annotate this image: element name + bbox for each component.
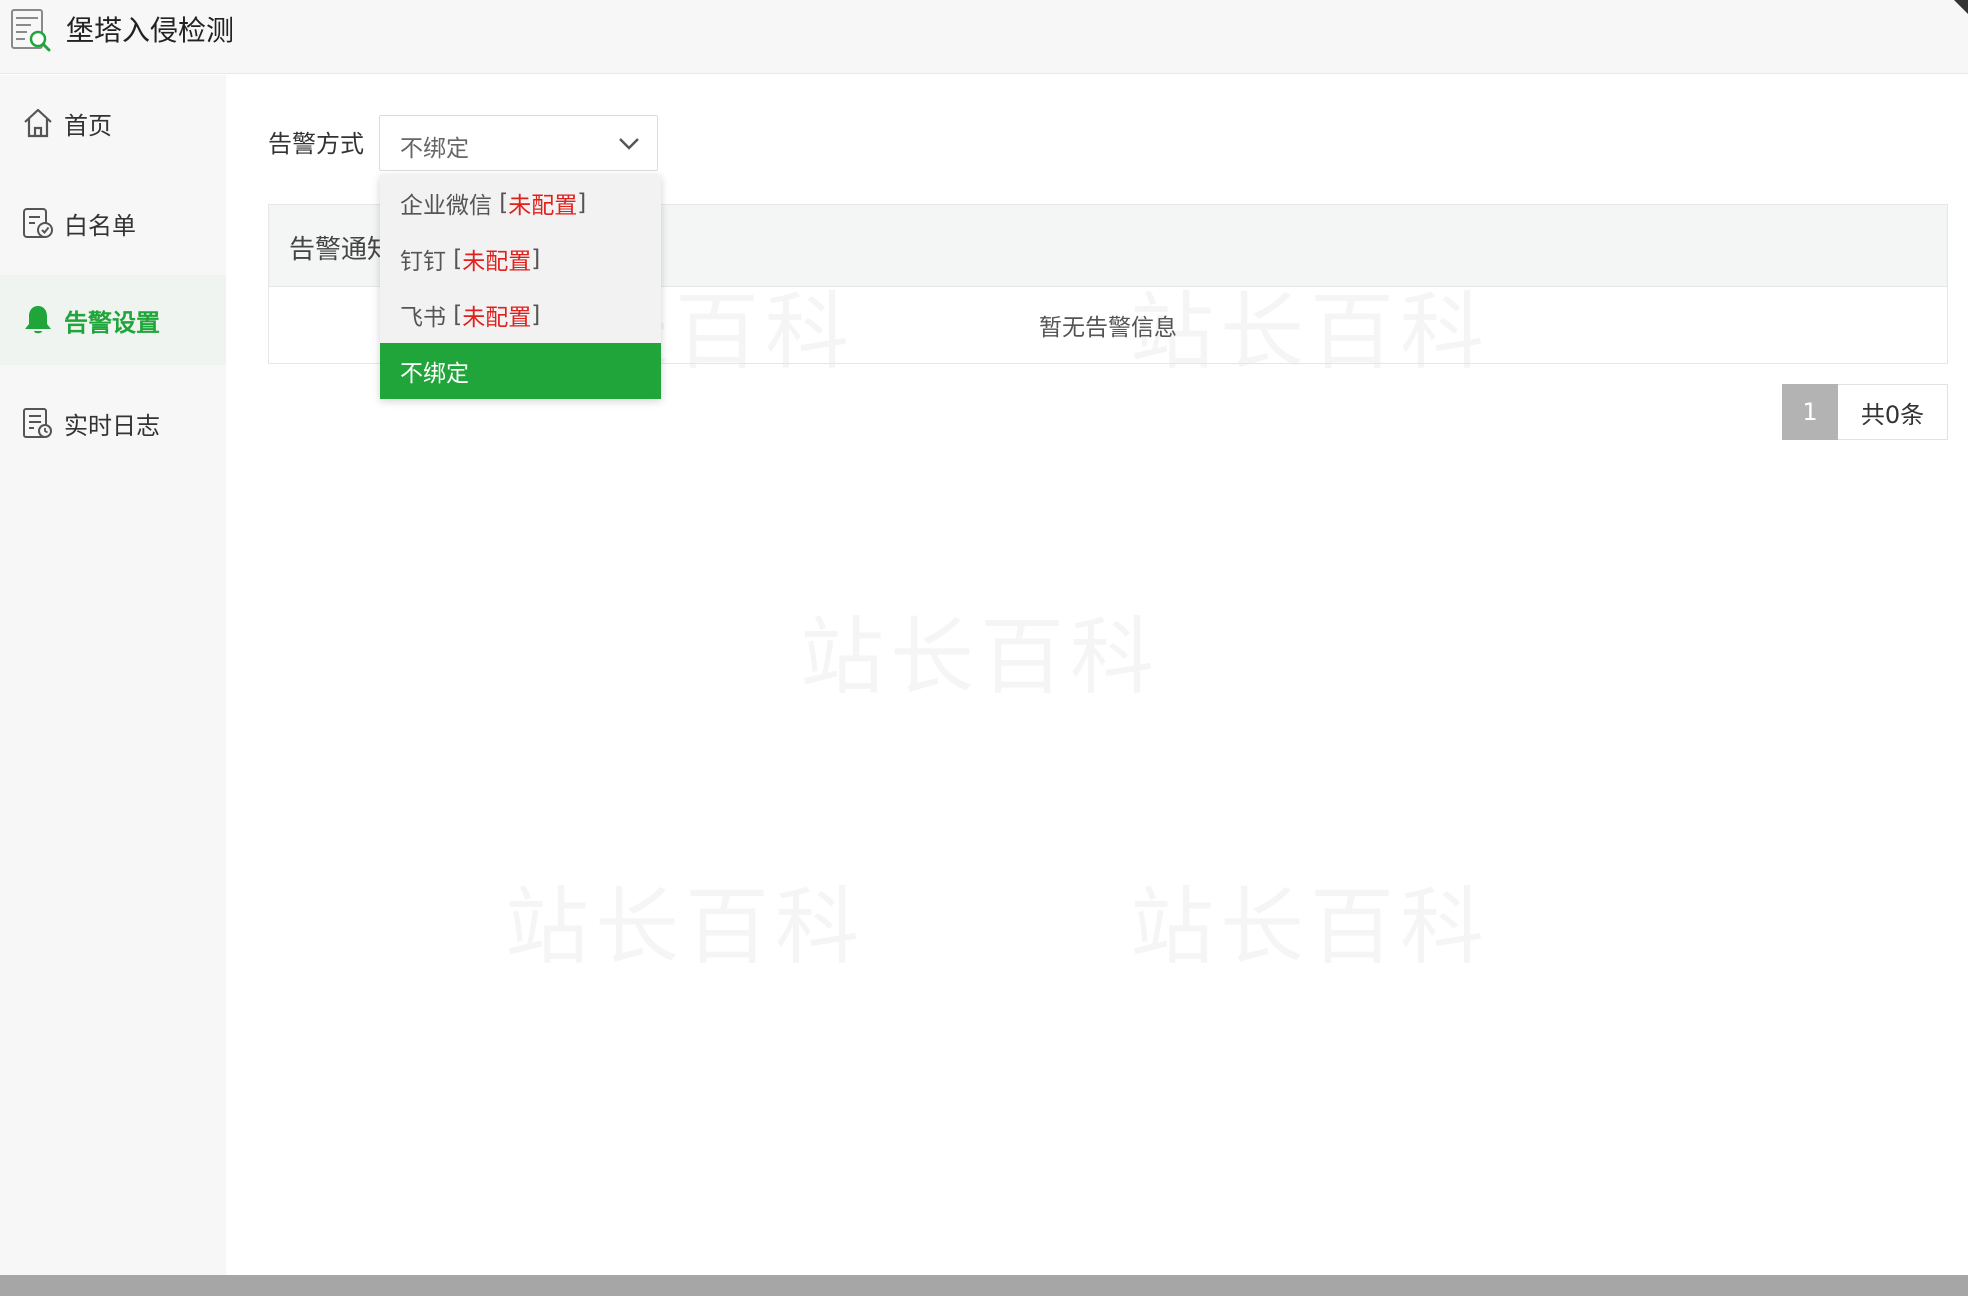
sidebar-item-label: 实时日志 bbox=[64, 411, 160, 440]
sidebar-item-whitelist[interactable]: 白名单 bbox=[0, 178, 226, 268]
whitelist-icon bbox=[23, 208, 53, 238]
total-count: 共0条 bbox=[1838, 384, 1948, 440]
dropdown-option-unbind[interactable]: 不绑定 bbox=[380, 343, 661, 399]
sidebar-item-realtime-log[interactable]: 实时日志 bbox=[0, 378, 226, 468]
alert-method-label: 告警方式 bbox=[268, 130, 364, 158]
option-status: 未配置 bbox=[508, 193, 578, 219]
sidebar-item-alert-settings[interactable]: 告警设置 bbox=[0, 275, 226, 365]
bell-icon bbox=[25, 306, 51, 334]
title-bar: 堡塔入侵检测 bbox=[0, 0, 1968, 74]
chevron-down-icon bbox=[619, 138, 639, 150]
dropdown-option-dingtalk[interactable]: 钉钉 [未配置] bbox=[380, 231, 661, 287]
option-name: 企业微信 bbox=[400, 193, 492, 219]
table-header-cell: 告警通知 bbox=[289, 235, 394, 265]
sidebar-item-label: 白名单 bbox=[64, 211, 136, 240]
dropdown-option-wecom[interactable]: 企业微信 [未配置] bbox=[380, 175, 661, 231]
sidebar-item-home[interactable]: 首页 bbox=[0, 78, 226, 168]
app-title: 堡塔入侵检测 bbox=[66, 14, 235, 47]
page-number-button[interactable]: 1 bbox=[1782, 384, 1838, 440]
sidebar-item-label: 告警设置 bbox=[64, 308, 160, 337]
option-status: 未配置 bbox=[462, 249, 532, 275]
sidebar-item-label: 首页 bbox=[64, 111, 112, 140]
home-icon bbox=[24, 108, 52, 138]
dropdown-option-feishu[interactable]: 飞书 [未配置] bbox=[380, 287, 661, 343]
option-name: 飞书 bbox=[400, 305, 446, 331]
option-name: 不绑定 bbox=[400, 361, 469, 387]
select-value: 不绑定 bbox=[400, 136, 469, 162]
app-logo-icon bbox=[11, 9, 51, 52]
sidebar: 首页 白名单 告警设置 实时日志 bbox=[0, 75, 226, 1275]
window-corner-icon bbox=[1954, 0, 1968, 14]
option-name: 钉钉 bbox=[400, 249, 446, 275]
option-status: 未配置 bbox=[462, 305, 532, 331]
alert-method-select[interactable]: 不绑定 bbox=[379, 115, 658, 171]
alert-method-dropdown: 企业微信 [未配置] 钉钉 [未配置] 飞书 [未配置] 不绑定 bbox=[380, 175, 661, 399]
footer-bar bbox=[0, 1275, 1968, 1296]
pagination: 1 共0条 bbox=[1782, 384, 1948, 440]
log-icon bbox=[23, 408, 52, 438]
